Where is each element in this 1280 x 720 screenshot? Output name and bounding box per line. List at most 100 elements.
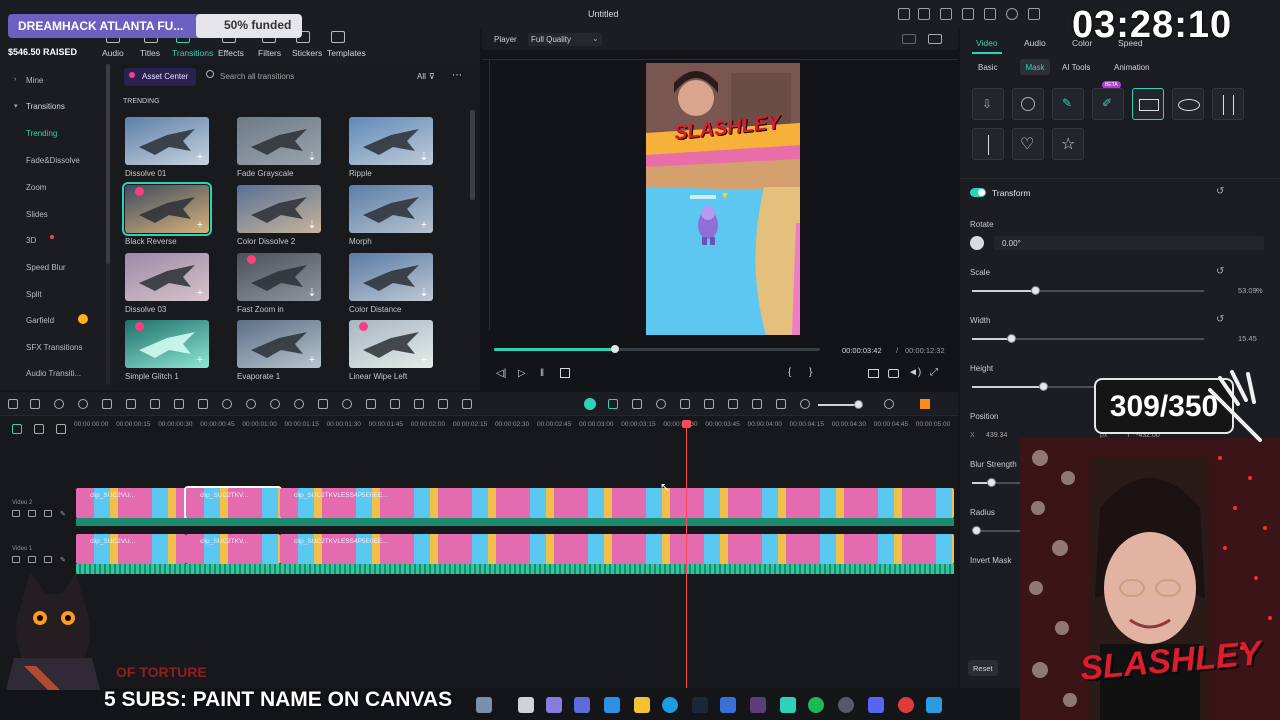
grid-scrollbar[interactable] — [470, 110, 475, 200]
zoom-out-icon[interactable] — [800, 399, 810, 409]
tab-stickers[interactable]: Stickers — [292, 48, 322, 58]
player-tab[interactable]: Player — [494, 35, 517, 44]
tab-effects[interactable]: Effects — [218, 48, 244, 58]
tab-audio[interactable]: Audio — [102, 48, 124, 58]
settings-icon[interactable] — [1006, 8, 1018, 20]
tab-transitions[interactable]: Transitions — [172, 48, 213, 58]
cut-icon[interactable] — [126, 399, 136, 409]
transform-icon[interactable] — [366, 399, 376, 409]
taskbar-app-icon[interactable] — [780, 697, 796, 713]
grid-icon[interactable] — [962, 8, 974, 20]
taskbar-app-icon[interactable] — [808, 697, 824, 713]
sidebar-item-sfx-transitions[interactable]: SFX Transitions — [26, 343, 82, 352]
scale-slider[interactable] — [972, 286, 1204, 295]
layout-icon[interactable] — [902, 34, 916, 44]
add-icon[interactable]: + — [195, 152, 205, 163]
transition-thumb-dissolve-03[interactable]: + — [125, 253, 209, 301]
scale-value[interactable]: 53.09 — [1238, 286, 1257, 295]
send-icon[interactable] — [918, 8, 930, 20]
mask-none-button[interactable] — [1012, 88, 1044, 120]
mic-icon[interactable] — [704, 399, 714, 409]
transition-thumb-color-distance[interactable]: ⇣ — [349, 253, 433, 301]
redo-icon[interactable] — [78, 399, 88, 409]
play-icon[interactable]: ▷ — [518, 368, 526, 379]
category-scrollbar[interactable] — [106, 64, 110, 384]
volume-icon[interactable]: ◄) — [908, 367, 921, 378]
timeline-clip[interactable]: clip_SUC2TKV... — [184, 486, 282, 520]
stop-icon[interactable] — [560, 368, 570, 378]
split-screen-icon[interactable] — [438, 399, 448, 409]
sidebar-item-speed-blur[interactable]: Speed Blur — [26, 263, 66, 272]
mask-import-button[interactable]: ⇩ — [972, 88, 1004, 120]
add-icon[interactable]: + — [419, 220, 429, 231]
grid-view-icon[interactable] — [920, 399, 930, 409]
taskbar-app-icon[interactable] — [574, 697, 590, 713]
taskbar-app-icon[interactable] — [546, 697, 562, 713]
transform-toggle[interactable] — [970, 188, 986, 197]
taskbar-app-icon[interactable] — [604, 697, 620, 713]
width-slider[interactable] — [972, 334, 1204, 343]
record-icon[interactable] — [656, 399, 666, 409]
layout-icon[interactable] — [8, 399, 18, 409]
taskbar-app-icon[interactable] — [898, 697, 914, 713]
transition-thumb-evaporate-1[interactable]: + — [237, 320, 321, 368]
reset-icon[interactable]: ↺ — [1216, 266, 1224, 277]
search-input[interactable]: Search all transitions — [220, 72, 294, 81]
mask-single-line-button[interactable] — [972, 128, 1004, 160]
download-icon[interactable]: ⇣ — [307, 152, 317, 163]
step-back-icon[interactable]: ◁| — [496, 368, 506, 379]
playback-progress[interactable] — [494, 345, 820, 353]
taskbar-app-icon[interactable] — [838, 697, 854, 713]
fullscreen-icon[interactable]: ⤢ — [930, 367, 938, 378]
mute-icon[interactable] — [28, 510, 36, 517]
stabilize-icon[interactable] — [414, 399, 424, 409]
filter-dropdown[interactable]: All — [417, 72, 426, 81]
undo-icon[interactable] — [54, 399, 64, 409]
upload-icon[interactable] — [940, 8, 952, 20]
quality-dropdown[interactable]: Full Quality ⌄ — [528, 33, 602, 46]
taskbar-app-icon[interactable] — [662, 697, 678, 713]
subtab-ai-tools[interactable]: AI Tools — [1062, 63, 1090, 72]
download-icon[interactable]: ⇣ — [307, 288, 317, 299]
image-icon[interactable] — [984, 8, 996, 20]
transition-thumb-ripple[interactable]: ⇣ — [349, 117, 433, 165]
lock-icon[interactable] — [12, 510, 20, 517]
transition-thumb-dissolve-01[interactable]: + — [125, 117, 209, 165]
audio-waveform[interactable] — [76, 564, 954, 574]
shield-icon[interactable] — [680, 399, 690, 409]
sidebar-item-slides[interactable]: Slides — [26, 210, 48, 219]
add-track-icon[interactable] — [12, 424, 22, 434]
timer-icon[interactable] — [342, 399, 352, 409]
tab-audio[interactable]: Audio — [1024, 38, 1046, 48]
sidebar-item-trending[interactable]: Trending — [26, 129, 57, 138]
timeline-clip[interactable]: clip_SUC2VU... — [76, 534, 186, 564]
track-settings-icon[interactable] — [56, 424, 66, 434]
delete-icon[interactable] — [102, 399, 112, 409]
taskbar-app-icon[interactable] — [720, 697, 736, 713]
rectangle-icon[interactable] — [198, 399, 208, 409]
position-x-input[interactable]: 439.34 — [986, 432, 1007, 439]
rotate-dial[interactable] — [970, 236, 984, 250]
mask-heart-button[interactable]: ♡ — [1012, 128, 1044, 160]
chevron-right-icon[interactable]: › — [14, 76, 16, 83]
transition-thumb-simple-glitch-1[interactable]: + — [125, 320, 209, 368]
sidebar-item-garfield[interactable]: Garfield — [26, 316, 54, 325]
subtab-basic[interactable]: Basic — [978, 63, 998, 72]
link-track-icon[interactable] — [34, 424, 44, 434]
timeline-clip[interactable]: clip_SUC2TKVLESS4P5E0EE... — [280, 488, 954, 518]
eye-icon[interactable] — [44, 510, 52, 517]
sidebar-item-fade-dissolve[interactable]: Fade&Dissolve — [26, 156, 80, 165]
add-icon[interactable]: ⇣ — [419, 152, 429, 163]
edit-icon[interactable] — [318, 399, 328, 409]
taskbar-app-icon[interactable] — [634, 697, 650, 713]
sidebar-item-audio-transiti-[interactable]: Audio Transiti... — [26, 369, 81, 378]
sidebar-item-transitions[interactable]: Transitions — [26, 102, 65, 111]
chevron-right-icon[interactable]: ▾ — [14, 102, 18, 110]
keyframe-icon[interactable] — [390, 399, 400, 409]
monitor-icon[interactable] — [868, 369, 879, 378]
mask-rectangle-button[interactable] — [1132, 88, 1164, 120]
add-icon[interactable]: + — [195, 220, 205, 231]
reset-icon[interactable]: ↺ — [1216, 314, 1224, 325]
mask-line-button[interactable] — [1212, 88, 1244, 120]
mask-icon[interactable] — [270, 399, 280, 409]
